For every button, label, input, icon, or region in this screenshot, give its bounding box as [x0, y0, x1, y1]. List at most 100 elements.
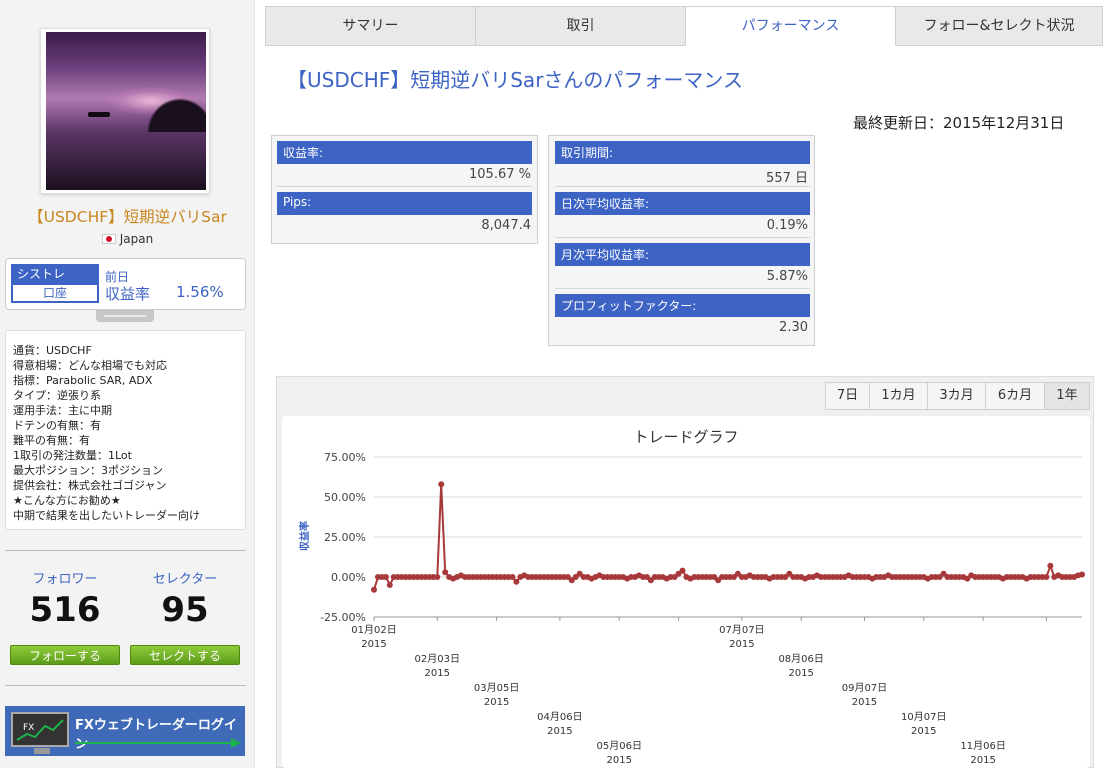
- x-tick-date: 07月07日: [719, 624, 764, 636]
- followers-label: フォロワー: [32, 572, 98, 587]
- chart-card: トレードグラフ 収益率 75.00% 50.00% 25.00% 0.00% -25.0…: [282, 416, 1090, 772]
- range-button-3m[interactable]: 3カ月: [927, 382, 986, 410]
- collapse-handle[interactable]: [96, 310, 154, 322]
- desc-line: ドテンの有無：有: [13, 419, 101, 432]
- prev-return-value: 1.56%: [176, 283, 224, 301]
- system-trade-tab[interactable]: シストレ: [11, 264, 99, 283]
- country-label: Japan: [119, 232, 154, 246]
- range-button-1m[interactable]: 1カ月: [869, 382, 928, 410]
- data-point[interactable]: [1079, 571, 1085, 578]
- x-tick-date: 04月06日: [537, 711, 582, 723]
- japan-flag-icon: [101, 234, 116, 244]
- tab-summary[interactable]: サマリー: [265, 6, 476, 46]
- data-point[interactable]: [513, 578, 520, 585]
- sidebar: 【USDCHF】短期逆バリSar Japan シストレ 口座 前日 収益率 1.…: [0, 0, 255, 768]
- y-tick-label: 0.00%: [331, 571, 366, 584]
- y-tick-label: -25.00%: [320, 611, 366, 624]
- strategy-description: 通貨：USDCHF 得意相場：どんな相場でも対応 指標：Parabolic SA…: [5, 330, 246, 530]
- avatar[interactable]: [40, 28, 210, 194]
- x-tick-date: 03月05日: [474, 682, 519, 694]
- x-tick-date: 02月03日: [415, 653, 460, 665]
- data-point[interactable]: [438, 481, 445, 488]
- data-point[interactable]: [371, 586, 377, 593]
- x-tick-year: 2015: [547, 726, 572, 737]
- y-axis-label: 収益率: [298, 521, 311, 551]
- y-tick-label: 50.00%: [324, 491, 366, 504]
- x-tick-date: 10月07日: [901, 711, 946, 723]
- desc-line: 難平の有無：有: [13, 434, 90, 447]
- x-tick-year: 2015: [361, 639, 386, 650]
- metric-separator: [555, 237, 810, 238]
- x-tick-date: 11月06日: [960, 740, 1005, 752]
- desc-line: 最大ポジション：3ポジション: [13, 464, 163, 477]
- x-tick-date: 05月06日: [597, 740, 642, 752]
- desc-line: ★こんな方にお勧め★: [13, 494, 121, 507]
- trade-graph: トレードグラフ 収益率 75.00% 50.00% 25.00% 0.00% -25.0…: [298, 428, 1085, 772]
- data-point[interactable]: [1043, 574, 1050, 580]
- fx-web-trader-login-banner[interactable]: FX FXウェブトレーダーログイン: [5, 706, 245, 756]
- data-point[interactable]: [434, 574, 441, 580]
- y-tick-label: 25.00%: [324, 531, 366, 544]
- x-tick-year: 2015: [852, 697, 877, 708]
- selectors-count: 95: [161, 590, 209, 630]
- tab-bar: サマリー 取引 パフォーマンス フォロー&セレクト状況: [265, 6, 1103, 46]
- x-tick-year: 2015: [911, 726, 936, 737]
- data-point[interactable]: [679, 567, 686, 574]
- metric-label: Pips:: [277, 192, 532, 215]
- x-tick-year: 2015: [607, 755, 632, 766]
- metric-value: 557 日: [766, 171, 808, 186]
- metric-separator: [555, 186, 810, 187]
- metric-label: 月次平均収益率:: [555, 243, 810, 266]
- prev-return-label: 収益率: [105, 285, 151, 303]
- monitor-stand: [34, 748, 50, 754]
- metric-label: プロフィットファクター:: [555, 294, 810, 317]
- range-button-1y[interactable]: 1年: [1044, 382, 1090, 410]
- follow-button[interactable]: フォローする: [10, 645, 120, 665]
- desc-line: 1取引の発注数量：1Lot: [13, 449, 132, 462]
- divider: [5, 685, 246, 686]
- tab-follow-select[interactable]: フォロー&セレクト状況: [895, 6, 1103, 46]
- x-tick-year: 2015: [970, 755, 995, 766]
- chart-title: トレードグラフ: [633, 428, 738, 446]
- metric-label: 収益率:: [277, 141, 532, 164]
- x-tick-date: 08月06日: [778, 653, 823, 665]
- metric-value: 5.87%: [766, 269, 808, 284]
- desc-line: 通貨：USDCHF: [13, 344, 92, 357]
- metric-value: 0.19%: [766, 218, 808, 233]
- banner-arrow-bar: [75, 742, 235, 744]
- system-trade-panel: シストレ 口座 前日 収益率 1.56%: [5, 258, 246, 310]
- metric-separator: [555, 288, 810, 289]
- range-button-7d[interactable]: 7日: [825, 382, 870, 410]
- desc-line: 運用手法：主に中期: [13, 404, 112, 417]
- desc-line: 提供会社：株式会社ゴゴジャン: [13, 479, 167, 492]
- monitor-icon: FX: [11, 712, 69, 747]
- x-tick-year: 2015: [425, 668, 450, 679]
- data-point[interactable]: [509, 574, 516, 580]
- divider: [5, 550, 246, 551]
- tab-trades[interactable]: 取引: [475, 6, 686, 46]
- metric-label: 取引期間:: [555, 141, 810, 164]
- desc-line: 指標：Parabolic SAR, ADX: [13, 374, 153, 387]
- banner-text: FXウェブトレーダーログイン: [75, 718, 237, 752]
- x-tick-year: 2015: [729, 639, 754, 650]
- metric-separator: [277, 186, 532, 187]
- desc-line: 中期で結果を出したいトレーダー向け: [13, 509, 200, 522]
- data-point[interactable]: [1047, 562, 1054, 569]
- arrow-right-icon: [231, 738, 241, 748]
- data-point[interactable]: [442, 569, 449, 576]
- country: Japan: [0, 232, 255, 246]
- tab-performance[interactable]: パフォーマンス: [685, 6, 896, 46]
- last-updated: 最終更新日：2015年12月31日: [853, 114, 1065, 132]
- account-tab[interactable]: 口座: [11, 283, 99, 303]
- select-button[interactable]: セレクトする: [130, 645, 240, 665]
- data-point[interactable]: [386, 582, 393, 588]
- range-button-6m[interactable]: 6カ月: [985, 382, 1045, 410]
- followers-count: 516: [29, 590, 101, 630]
- desc-line: タイプ：逆張り系: [13, 389, 101, 402]
- metric-value: 8,047.4: [481, 218, 531, 233]
- trader-name[interactable]: 【USDCHF】短期逆バリSar: [0, 205, 255, 227]
- metric-value: 2.30: [779, 320, 808, 335]
- data-point[interactable]: [382, 574, 389, 580]
- metric-label: 日次平均収益率:: [555, 192, 810, 215]
- x-tick-date: 01月02日: [351, 624, 396, 636]
